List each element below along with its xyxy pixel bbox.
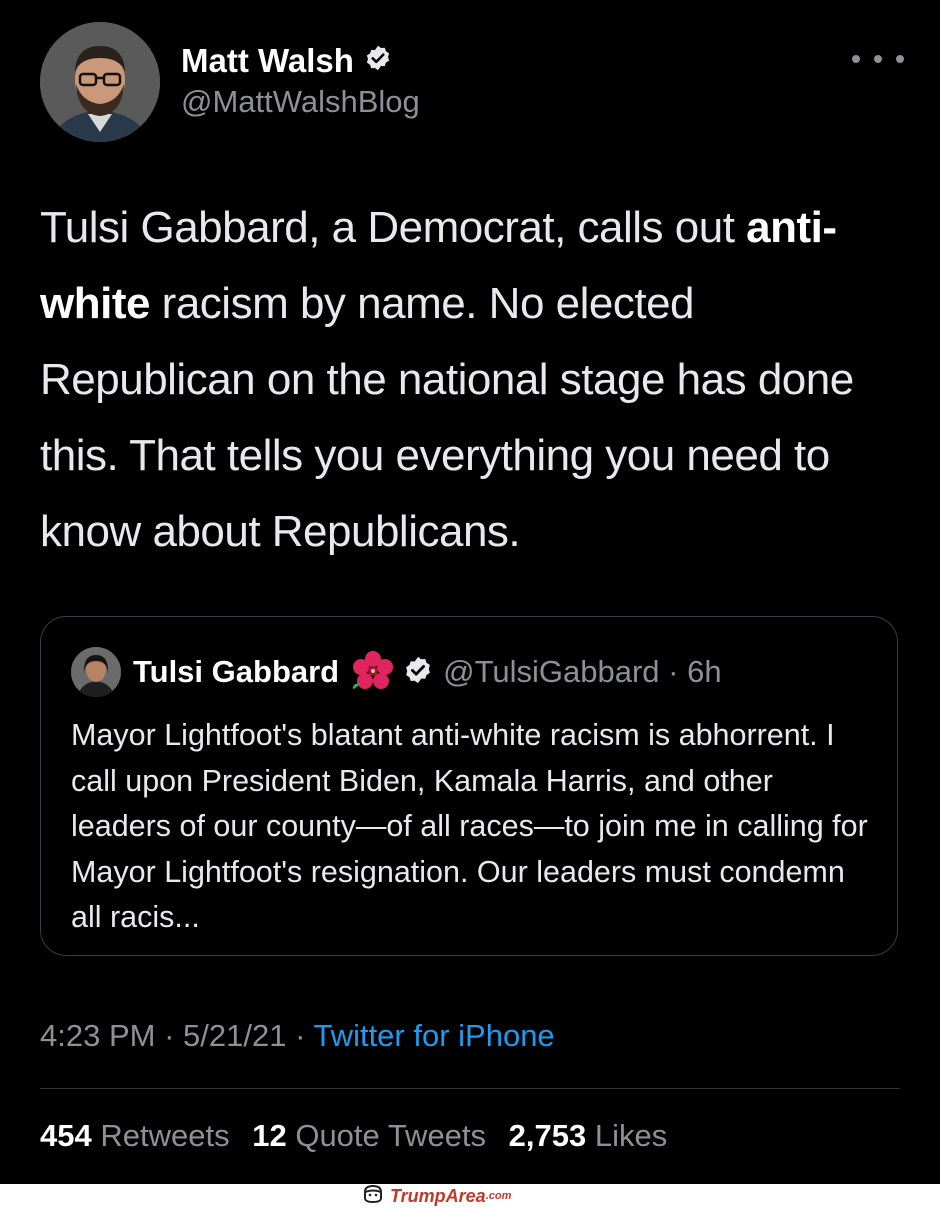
quoted-author-avatar (71, 647, 121, 697)
tweet-card: Matt Walsh @MattWalshBlog Tulsi Gabbard,… (0, 0, 940, 1184)
watermark: TrumpArea .com (362, 1184, 512, 1209)
watermark-tld: .com (485, 1190, 512, 1202)
more-dot-2 (874, 55, 882, 63)
retweets-label: Retweets (100, 1118, 230, 1153)
meta-separator: · (286, 1018, 314, 1053)
quote-tweets-count: 12 (252, 1118, 287, 1153)
quote-tweets-label: Quote Tweets (295, 1118, 487, 1153)
tweet-meta: 4:23 PM · 5/21/21 · Twitter for iPhone (40, 1018, 555, 1054)
meta-separator: · (155, 1018, 184, 1053)
quoted-tweet-header: Tulsi Gabbard @TulsiGabbard · 6h (71, 647, 722, 697)
retweets-count: 454 (40, 1118, 92, 1153)
likes-label: Likes (594, 1118, 668, 1153)
quoted-verified-badge-icon (403, 655, 433, 690)
tweet-text-part1: Tulsi Gabbard, a Democrat, calls out (40, 203, 747, 252)
tweet-source-link[interactable]: Twitter for iPhone (313, 1018, 554, 1053)
quoted-author-handle-time: @TulsiGabbard · 6h (443, 654, 722, 689)
more-options-icon[interactable] (852, 44, 904, 74)
more-dot-1 (852, 55, 860, 63)
author-name[interactable]: Matt Walsh (181, 42, 354, 80)
tweet-text: Tulsi Gabbard, a Democrat, calls out ant… (40, 190, 920, 570)
divider (40, 1088, 900, 1089)
verified-badge-icon (364, 42, 392, 80)
hibiscus-icon (351, 650, 395, 695)
tweet-date: 5/21/21 (183, 1018, 287, 1053)
likes-stat[interactable]: 2,753 Likes (509, 1118, 668, 1153)
more-dot-3 (896, 55, 904, 63)
retweets-stat[interactable]: 454 Retweets (40, 1118, 230, 1153)
quoted-tweet[interactable]: Tulsi Gabbard @TulsiGabbard · 6h Mayor L… (40, 616, 898, 956)
quote-tweets-stat[interactable]: 12 Quote Tweets (252, 1118, 486, 1153)
tweet-time: 4:23 PM (40, 1018, 156, 1053)
author-avatar[interactable] (40, 22, 160, 142)
watermark-logo-icon (362, 1184, 384, 1209)
author-handle[interactable]: @MattWalshBlog (181, 84, 420, 120)
quoted-author-name: Tulsi Gabbard (133, 654, 340, 689)
tweet-text-part2: racism by name. No elected Republican on… (40, 279, 854, 556)
quoted-tweet-text: Mayor Lightfoot's blatant anti-white rac… (71, 718, 868, 934)
author-name-row[interactable]: Matt Walsh (181, 42, 392, 80)
tweet-stats: 454 Retweets 12 Quote Tweets 2,753 Likes (40, 1118, 681, 1154)
watermark-name: TrumpArea (390, 1185, 486, 1206)
likes-count: 2,753 (508, 1118, 587, 1153)
